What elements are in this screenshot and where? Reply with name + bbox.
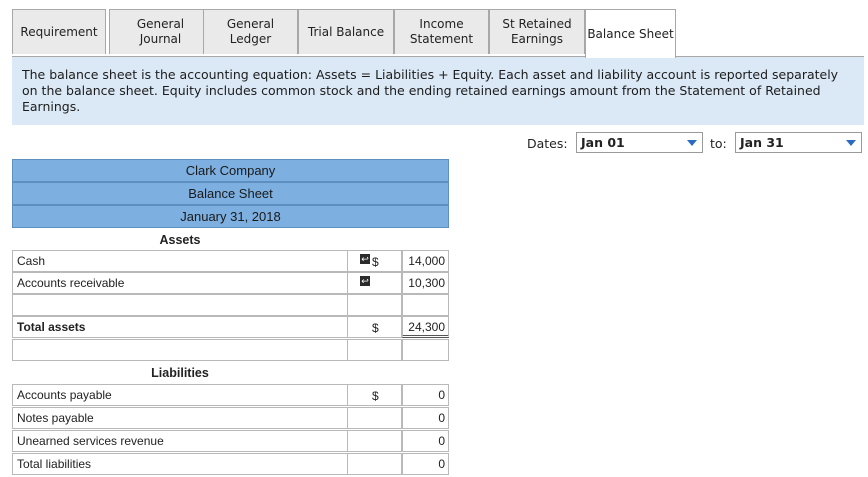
assets-heading: Assets <box>159 233 201 247</box>
chevron-down-icon <box>846 140 856 146</box>
to-label: to: <box>710 136 727 151</box>
table-row <box>12 294 449 317</box>
tab-general-ledger[interactable]: General Ledger <box>203 9 298 54</box>
blank-label[interactable] <box>12 294 348 316</box>
ap-label[interactable]: Accounts payable <box>12 384 348 406</box>
table-row: Notes payable 0 <box>12 407 449 430</box>
total-assets-label[interactable]: Total assets <box>12 316 348 338</box>
table-row: Accounts receivable ↩ 10,300 <box>12 272 449 295</box>
table-row: Accounts payable $ 0 <box>12 384 449 407</box>
date-from-select[interactable]: Jan 01 <box>576 132 703 153</box>
np-label[interactable]: Notes payable <box>12 407 348 429</box>
tab-general-journal[interactable]: General Journal <box>109 9 212 54</box>
total-assets-amount[interactable]: 24,300 <box>402 316 449 338</box>
liabilities-heading: Liabilities <box>151 366 209 380</box>
ar-dollar-cell: ↩ <box>348 272 402 294</box>
date-to-select[interactable]: Jan 31 <box>735 132 862 153</box>
np-amount[interactable]: 0 <box>402 407 449 429</box>
dates-label: Dates: <box>527 136 568 151</box>
tl-dollar-cell <box>348 453 402 475</box>
tab-bar: Requirement General Journal General Ledg… <box>12 9 864 58</box>
tab-balance-sheet[interactable]: Balance Sheet <box>585 9 676 58</box>
tl-label[interactable]: Total liabilities <box>12 453 348 475</box>
cash-dollar-cell: ↩ $ <box>348 250 402 272</box>
tab-requirement[interactable]: Requirement <box>12 9 106 54</box>
ap-amount[interactable]: 0 <box>402 384 449 406</box>
usr-amount[interactable]: 0 <box>402 430 449 452</box>
company-name: Clark Company <box>12 159 449 182</box>
assets-heading-row: Assets <box>12 229 449 251</box>
tab-st-retained-earnings[interactable]: St Retained Earnings <box>489 9 585 54</box>
blank-amount[interactable] <box>402 339 449 361</box>
ap-dollar-cell: $ <box>348 384 402 406</box>
total-assets-dollar-cell: $ <box>348 316 402 338</box>
tl-amount[interactable]: 0 <box>402 453 449 475</box>
date-to-value: Jan 31 <box>740 135 784 150</box>
banner-text: The balance sheet is the accounting equa… <box>22 67 839 114</box>
ar-label[interactable]: Accounts receivable <box>12 272 348 294</box>
undo-arrow-icon[interactable]: ↩ <box>360 254 370 264</box>
blank-label[interactable] <box>12 339 348 361</box>
usr-dollar-cell <box>348 430 402 452</box>
blank-dollar-cell <box>348 339 402 361</box>
cash-amount[interactable]: 14,000 <box>402 250 449 272</box>
liabilities-heading-row: Liabilities <box>12 362 449 384</box>
table-row: Total assets $ 24,300 <box>12 316 449 339</box>
blank-dollar-cell <box>348 294 402 316</box>
dollar-sign: $ <box>372 321 379 335</box>
date-from-value: Jan 01 <box>581 135 625 150</box>
chevron-down-icon <box>687 140 697 146</box>
dollar-sign: $ <box>372 389 379 403</box>
dollar-sign: $ <box>372 255 379 269</box>
info-banner: The balance sheet is the accounting equa… <box>12 57 864 125</box>
blank-amount[interactable] <box>402 294 449 316</box>
table-row: Unearned services revenue 0 <box>12 430 449 453</box>
statement-title: Balance Sheet <box>12 182 449 205</box>
np-dollar-cell <box>348 407 402 429</box>
statement-date: January 31, 2018 <box>12 205 449 228</box>
cash-label[interactable]: Cash <box>12 250 348 272</box>
table-row <box>12 339 449 362</box>
undo-arrow-icon[interactable]: ↩ <box>360 276 370 286</box>
ar-amount[interactable]: 10,300 <box>402 272 449 294</box>
table-row: Cash ↩ $ 14,000 <box>12 250 449 273</box>
table-row: Total liabilities 0 <box>12 453 449 476</box>
tab-trial-balance[interactable]: Trial Balance <box>298 9 394 54</box>
usr-label[interactable]: Unearned services revenue <box>12 430 348 452</box>
tab-income-statement[interactable]: Income Statement <box>394 9 489 54</box>
